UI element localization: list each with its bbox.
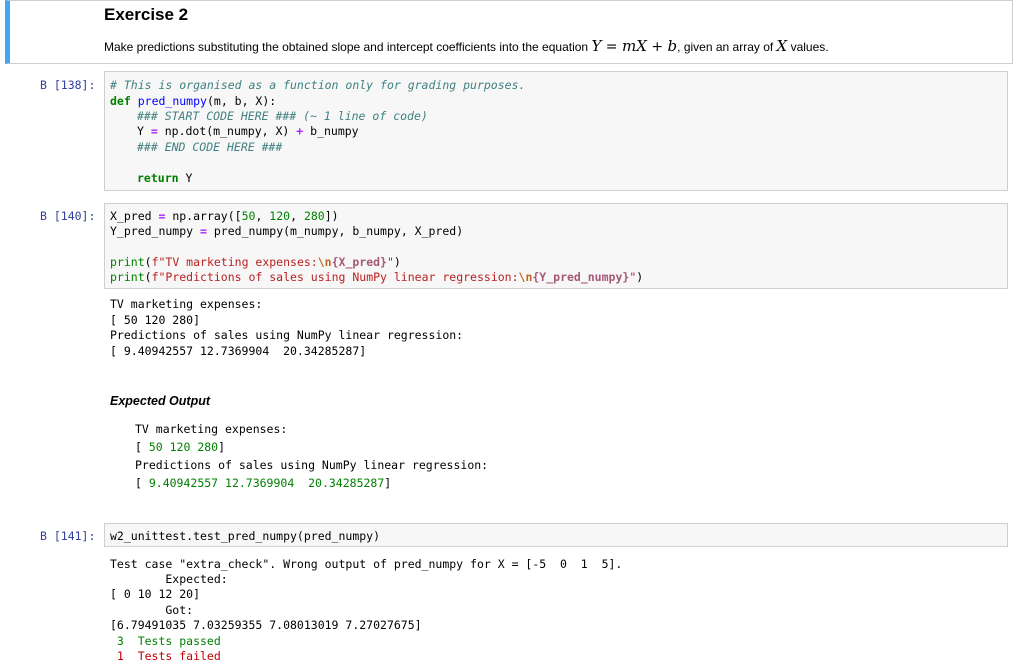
operator: =: [200, 224, 207, 238]
string: f"Predictions of sales using NumPy linea…: [151, 270, 519, 284]
expected-line: [ 9.40942557 12.7369904 20.34285287]: [135, 476, 391, 490]
code-line: Y_pred_numpy = pred_numpy(m_numpy, b_num…: [110, 224, 463, 238]
math-x: X: [636, 37, 647, 55]
code-line: X_pred = np.array([50, 120, 280]): [110, 209, 339, 223]
output-line: [ 50 120 280]: [110, 313, 201, 327]
description-text-2: , given an array of: [677, 40, 777, 54]
test-output-line: [ 0 10 12 20]: [110, 587, 201, 601]
prompt-141: В [141]:: [40, 529, 96, 543]
description-text-1: Make predictions substituting the obtain…: [104, 40, 592, 54]
string-escape: \n: [518, 270, 533, 284]
builtin: print: [110, 270, 145, 284]
bracket: [: [135, 440, 149, 454]
expected-output-title: Expected Output: [110, 394, 211, 408]
test-output-line: Test case "extra_check". Wrong output of…: [110, 557, 623, 571]
string-interpolation: {X_pred}: [331, 255, 387, 269]
exercise-description: Make predictions substituting the obtain…: [104, 37, 829, 55]
code-line: ### END CODE HERE ###: [137, 140, 282, 154]
code-text: (: [144, 255, 152, 269]
code-text: ]): [324, 209, 339, 223]
test-output-line: [6.79491035 7.03259355 7.08013019 7.2702…: [110, 618, 422, 632]
bracket: [: [135, 476, 149, 490]
output-line: [ 9.40942557 12.7369904 20.34285287]: [110, 344, 367, 358]
output-line: TV marketing expenses:: [110, 297, 263, 311]
expected-values: 9.40942557 12.7369904 20.34285287: [148, 476, 385, 490]
function-name: pred_numpy: [137, 94, 207, 108]
code-text: (m, b, X):: [206, 94, 277, 108]
code-line: return Y: [137, 171, 192, 185]
code-line: Y = np.dot(m_numpy, X) + b_numpy: [137, 124, 359, 138]
expected-line: [ 50 120 280]: [135, 440, 225, 454]
code-text: Y: [178, 171, 193, 185]
test-output-line: Got:: [110, 603, 194, 617]
output-line: Predictions of sales using NumPy linear …: [110, 328, 464, 342]
code-text: Y: [137, 124, 151, 138]
math-m: m: [621, 37, 637, 55]
keyword: return: [137, 171, 179, 185]
bracket: ]: [218, 440, 226, 454]
code-text: np.dot(m_numpy, X): [157, 124, 297, 138]
code-text: (: [144, 270, 152, 284]
number: 280: [303, 209, 325, 223]
prompt-138: В [138]:: [40, 78, 96, 92]
code-text: Y_pred_numpy: [110, 224, 201, 238]
expected-values: 50 120 280: [148, 440, 219, 454]
math-y: Y: [591, 37, 602, 55]
code-line: # This is organised as a function only f…: [110, 78, 525, 92]
prompt-140: В [140]:: [40, 209, 96, 223]
code-text: X_pred: [110, 209, 159, 223]
code-text: ): [636, 270, 644, 284]
keyword: def: [110, 94, 131, 108]
builtin: print: [110, 255, 145, 269]
code-text: np.array([: [165, 209, 242, 223]
code-text: ): [393, 255, 401, 269]
expected-line: TV marketing expenses:: [135, 422, 288, 436]
code-line: def pred_numpy(m, b, X):: [110, 94, 276, 108]
string: f"TV marketing expenses:: [151, 255, 318, 269]
code-line: w2_unittest.test_pred_numpy(pred_numpy): [110, 529, 381, 543]
code-comment: ### START CODE HERE ### (~ 1 line of cod…: [137, 109, 428, 123]
expected-line: Predictions of sales using NumPy linear …: [135, 458, 489, 472]
math-plus: +: [646, 39, 668, 55]
code-text: ,: [255, 209, 270, 223]
exercise-title: Exercise 2: [104, 5, 189, 24]
math-x-2: X: [776, 37, 788, 55]
bracket: ]: [384, 476, 392, 490]
code-text: b_numpy: [303, 124, 359, 138]
code-line: print(f"Predictions of sales using NumPy…: [110, 270, 643, 284]
string: ": [386, 255, 394, 269]
operator: =: [150, 124, 158, 138]
test-output-line: Expected:: [110, 572, 228, 586]
number: 50: [241, 209, 256, 223]
code-comment: # This is organised as a function only f…: [110, 78, 526, 92]
math-b: b: [667, 37, 678, 55]
string-escape: \n: [317, 255, 332, 269]
math-equals: =: [601, 39, 622, 55]
code-line: ### START CODE HERE ### (~ 1 line of cod…: [137, 109, 428, 123]
code-line: print(f"TV marketing expenses:\n{X_pred}…: [110, 255, 401, 269]
code-text: ,: [290, 209, 304, 223]
description-text-3: values.: [787, 40, 829, 54]
code-text: pred_numpy(m_numpy, b_numpy, X_pred): [206, 224, 464, 238]
number: 120: [269, 209, 291, 223]
string-interpolation: {Y_pred_numpy}: [532, 270, 630, 284]
tests-passed-line: 3 Tests passed: [110, 634, 221, 648]
code-comment: ### END CODE HERE ###: [137, 140, 283, 154]
